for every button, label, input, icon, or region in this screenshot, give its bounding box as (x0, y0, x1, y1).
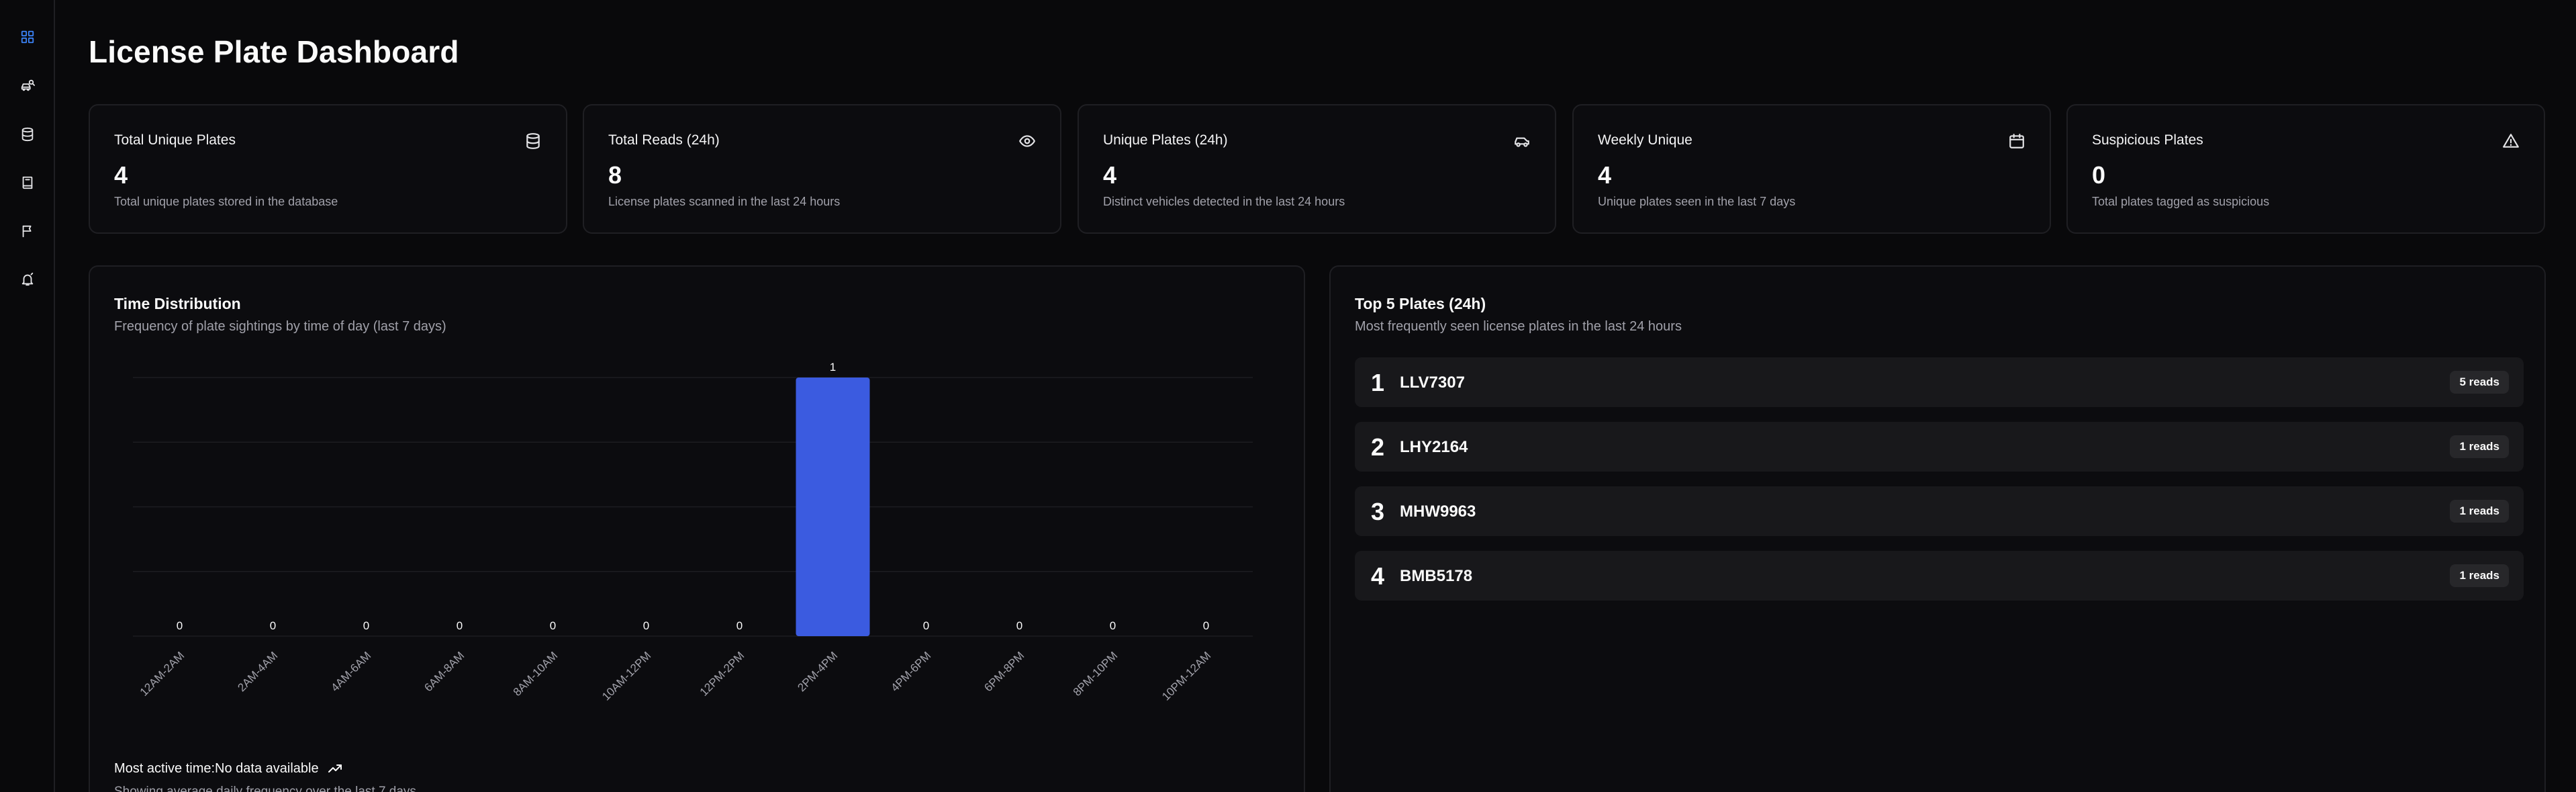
chart-footer-note: Showing average daily frequency over the… (114, 785, 416, 792)
chart-data-label: 0 (550, 619, 556, 632)
plate-number: BMB5178 (1400, 567, 1473, 585)
bell-icon (20, 272, 35, 290)
chart-data-label: 1 (830, 361, 836, 373)
plate-row[interactable]: 3 MHW9963 1 reads (1355, 486, 2524, 536)
stat-title: Weekly Unique (1598, 132, 1692, 148)
chart-data-label: 0 (736, 619, 743, 632)
database-icon (20, 127, 35, 145)
plate-rank: 2 (1371, 433, 1385, 461)
stat-card-suspicious: Suspicious Plates 0 Total plates tagged … (2066, 104, 2545, 234)
chart-bar (796, 378, 870, 636)
chart-tick-label: 6PM-8PM (982, 649, 1027, 694)
chart-data-label: 0 (643, 619, 649, 632)
stat-value: 8 (608, 161, 622, 189)
plate-number: LLV7307 (1400, 373, 1465, 392)
app-root: License Plate Dashboard Total Unique Pla… (0, 0, 2576, 792)
section-subtitle: Most frequently seen license plates in t… (1355, 319, 1682, 334)
plate-rank: 1 (1371, 369, 1385, 396)
stat-value: 4 (1598, 161, 1612, 189)
page-title: License Plate Dashboard (89, 34, 459, 69)
most-active-time: Most active time: No data available (114, 760, 343, 777)
chart-tick-label: 12PM-2PM (698, 649, 747, 699)
chart-tick-label: 6AM-8AM (422, 649, 467, 694)
sidebar-item-dashboard[interactable] (14, 25, 41, 52)
chart-tick-label: 8AM-10AM (511, 649, 561, 699)
plate-rank: 3 (1371, 498, 1385, 525)
plate-number: MHW9963 (1400, 502, 1476, 521)
chart-tick-label: 10PM-12AM (1159, 649, 1213, 703)
flag-icon (20, 224, 35, 242)
sidebar (0, 0, 55, 792)
stat-description: Distinct vehicles detected in the last 2… (1103, 195, 1345, 208)
chart-tick-label: 2PM-4PM (795, 649, 840, 694)
plate-row[interactable]: 2 LHY2164 1 reads (1355, 422, 2524, 472)
stat-title: Unique Plates (24h) (1103, 132, 1228, 148)
chart-data-label: 0 (1203, 619, 1209, 632)
eye-icon (1018, 132, 1036, 150)
sidebar-item-notifications[interactable] (14, 267, 41, 294)
stat-card-total-reads: Total Reads (24h) 8 License plates scann… (583, 104, 1061, 234)
chart-tick-label: 8PM-10PM (1071, 649, 1120, 699)
stat-card-total-unique: Total Unique Plates 4 Total unique plate… (89, 104, 567, 234)
stat-value: 0 (2092, 161, 2106, 189)
reads-badge: 1 reads (2450, 564, 2509, 587)
chart-tick-label: 4AM-6AM (328, 649, 373, 694)
chart-data-label: 0 (177, 619, 183, 632)
top-plates-card: Top 5 Plates (24h) Most frequently seen … (1329, 265, 2546, 792)
alert-triangle-icon (2502, 132, 2520, 150)
calendar-icon (2008, 132, 2025, 150)
chart-tick-label: 12AM-2AM (138, 649, 187, 699)
trending-up-icon (328, 764, 342, 773)
car-search-icon (20, 78, 35, 96)
stat-title: Suspicious Plates (2092, 132, 2203, 148)
chart-tick-label: 2AM-4AM (235, 649, 280, 694)
reads-badge: 5 reads (2450, 371, 2509, 394)
stat-value: 4 (1103, 161, 1117, 189)
stat-card-unique-24h: Unique Plates (24h) 4 Distinct vehicles … (1078, 104, 1556, 234)
car-icon (1513, 132, 1531, 150)
reads-badge: 1 reads (2450, 435, 2509, 458)
stat-title: Total Unique Plates (114, 132, 236, 148)
stat-description: Total plates tagged as suspicious (2092, 195, 2270, 208)
stat-card-weekly-unique: Weekly Unique 4 Unique plates seen in th… (1572, 104, 2051, 234)
most-active-label: Most active time: (114, 760, 216, 776)
sidebar-item-plate-search[interactable] (14, 73, 41, 100)
sidebar-item-reports[interactable] (14, 171, 41, 197)
stat-description: Total unique plates stored in the databa… (114, 195, 338, 208)
chart-data-label: 0 (457, 619, 463, 632)
sidebar-item-flagged[interactable] (14, 219, 41, 246)
database-icon (524, 132, 542, 150)
stat-title: Total Reads (24h) (608, 132, 720, 148)
book-icon (20, 175, 35, 193)
most-active-value: No data available (215, 760, 319, 776)
stat-value: 4 (114, 161, 128, 189)
chart-data-label: 0 (1110, 619, 1116, 632)
chart-data-label: 0 (1016, 619, 1022, 632)
chart-data-label: 0 (923, 619, 929, 632)
chart-tick-label: 4PM-6PM (888, 649, 933, 694)
plate-row[interactable]: 4 BMB5178 1 reads (1355, 551, 2524, 601)
plate-rank: 4 (1371, 562, 1385, 590)
reads-badge: 1 reads (2450, 500, 2509, 523)
stat-description: Unique plates seen in the last 7 days (1598, 195, 1796, 208)
stat-description: License plates scanned in the last 24 ho… (608, 195, 841, 208)
time-distribution-chart: 0 12AM-2AM 0 2AM-4AM 0 4AM-6AM 0 6AM-8AM 0 8AM-10… (133, 361, 1253, 703)
plate-number: LHY2164 (1400, 438, 1468, 456)
plate-row[interactable]: 1 LLV7307 5 reads (1355, 357, 2524, 407)
chart-data-label: 0 (363, 619, 369, 632)
section-title: Top 5 Plates (24h) (1355, 295, 1486, 312)
chart-tick-label: 10AM-12PM (600, 649, 653, 703)
dashboard-icon (20, 30, 35, 48)
time-distribution-card: Time Distribution Frequency of plate sig… (89, 265, 1305, 792)
sidebar-item-database[interactable] (14, 122, 41, 149)
chart-data-label: 0 (270, 619, 276, 632)
